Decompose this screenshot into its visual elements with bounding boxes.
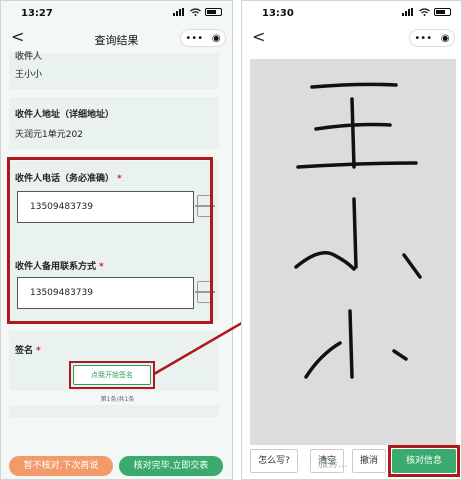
handwritten-signature: [294, 82, 422, 379]
cellular-signal-icon: [402, 8, 415, 16]
battery-icon: [434, 8, 451, 16]
highlight-box-confirm: [388, 445, 460, 477]
nav-bar: < ••• ◉: [242, 25, 461, 51]
record-icon[interactable]: ◉: [441, 33, 450, 44]
watermark-text: 服务...: [318, 459, 348, 470]
back-icon[interactable]: <: [252, 27, 265, 46]
wifi-icon: [419, 8, 430, 16]
right-phone-screen: 13:30 < ••• ◉ 怎么写? 清空 撤消 核对信息: [241, 0, 462, 480]
how-to-write-button[interactable]: 怎么写?: [250, 449, 298, 473]
undo-button[interactable]: 撤消: [352, 449, 386, 473]
signature-canvas[interactable]: [250, 59, 456, 445]
status-bar: 13:30: [242, 1, 461, 23]
more-menu-icon[interactable]: •••: [414, 33, 432, 44]
status-time: 13:30: [262, 8, 294, 19]
mini-program-capsule: ••• ◉: [409, 29, 455, 47]
